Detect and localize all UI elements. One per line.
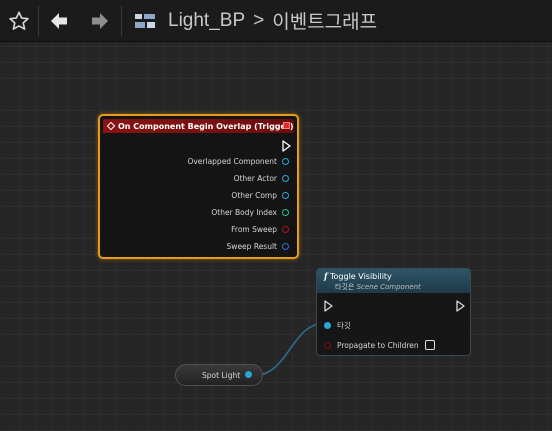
event-icon [106, 121, 116, 131]
pin-overlapped-component[interactable]: Overlapped Component [187, 157, 289, 166]
subtitle-class: Scene Component [356, 283, 421, 291]
pin-label: Overlapped Component [187, 157, 277, 166]
function-node-title: f Toggle Visibility [324, 271, 392, 281]
struct-pin-icon [282, 243, 289, 250]
pin-other-comp[interactable]: Other Comp [231, 191, 289, 200]
pin-other-body-index[interactable]: Other Body Index [211, 208, 289, 217]
pin-other-actor[interactable]: Other Actor [234, 174, 289, 183]
exec-output-pin[interactable] [456, 300, 466, 312]
graph-toolbar: Light_BP > 이벤트그래프 [0, 0, 552, 42]
star-icon [9, 10, 29, 30]
arrow-right-icon [92, 12, 108, 29]
boolean-pin-icon [324, 341, 331, 349]
integer-pin-icon [282, 209, 289, 216]
breadcrumb-graph[interactable]: 이벤트그래프 [272, 7, 377, 34]
graph-type-button[interactable] [122, 0, 168, 42]
pin-label: From Sweep [231, 225, 277, 234]
event-graph-icon [135, 13, 155, 28]
pin-sweep-result[interactable]: Sweep Result [227, 242, 289, 251]
exec-output-pin[interactable] [282, 140, 292, 152]
variable-node-spot-light[interactable]: Spot Light [175, 364, 263, 386]
graph-canvas[interactable]: On Component Begin Overlap (Trigger) Ove… [0, 42, 552, 431]
back-button[interactable] [39, 0, 79, 42]
variable-label: Spot Light [202, 371, 241, 380]
favorite-button[interactable] [0, 0, 38, 42]
function-icon: f [324, 271, 328, 281]
pin-propagate-to-children[interactable]: Propagate to Children [324, 340, 435, 350]
breadcrumb-blueprint[interactable]: Light_BP [168, 10, 245, 32]
boolean-pin-icon [282, 226, 289, 233]
pin-label: Other Body Index [211, 208, 277, 217]
pin-from-sweep[interactable]: From Sweep [231, 225, 289, 234]
object-pin-icon [282, 158, 289, 165]
breadcrumb-separator: > [253, 9, 265, 31]
function-node-subtitle: 타깃은 Scene Component [335, 282, 421, 292]
pin-label: Other Comp [231, 191, 277, 200]
pin-label: Sweep Result [226, 242, 277, 251]
exec-input-pin[interactable] [324, 300, 334, 312]
function-node-header: f Toggle Visibility 타깃은 Scene Component [317, 269, 470, 293]
event-node-begin-overlap[interactable]: On Component Begin Overlap (Trigger) Ove… [98, 114, 299, 259]
arrow-left-icon [51, 12, 67, 29]
object-pin-icon[interactable] [245, 371, 252, 378]
delegate-pin-icon[interactable] [283, 122, 290, 129]
pin-label: Propagate to Children [337, 340, 419, 350]
pin-label: Other Actor [233, 174, 277, 183]
subtitle-prefix: 타깃은 [335, 283, 355, 291]
function-title-text: Toggle Visibility [330, 272, 392, 281]
propagate-checkbox[interactable] [424, 340, 435, 350]
function-node-toggle-visibility[interactable]: f Toggle Visibility 타깃은 Scene Component … [316, 268, 471, 356]
event-node-title: On Component Begin Overlap (Trigger) [118, 121, 294, 131]
event-node-header: On Component Begin Overlap (Trigger) [103, 119, 294, 133]
pin-target[interactable]: 타깃 [324, 320, 351, 331]
pin-label: 타깃 [337, 321, 351, 330]
object-pin-icon [324, 322, 331, 329]
object-pin-icon [282, 175, 289, 182]
object-pin-icon [282, 192, 289, 199]
forward-button[interactable] [79, 0, 121, 42]
